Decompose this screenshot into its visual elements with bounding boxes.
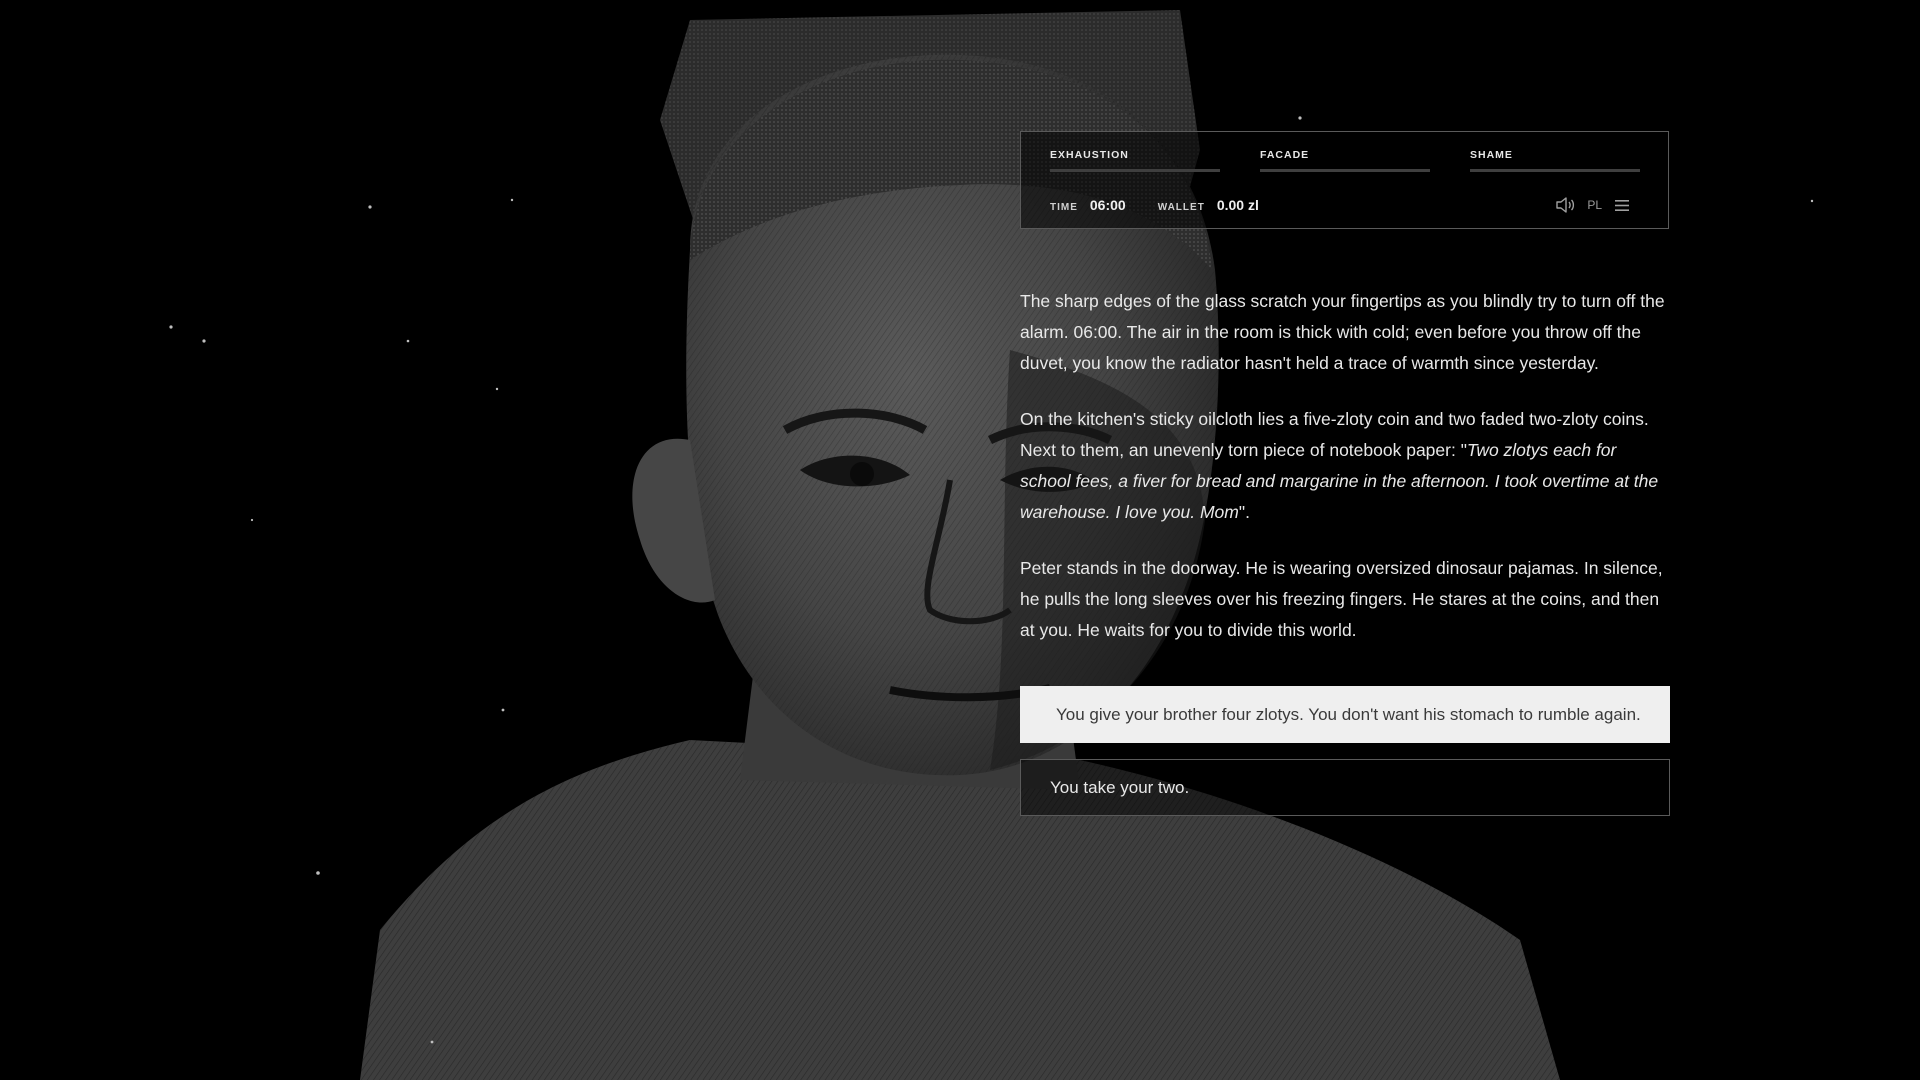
stat-label: SHAME <box>1470 149 1513 161</box>
story-paragraph: On the kitchen's sticky oilcloth lies a … <box>1020 404 1670 528</box>
stat-label: EXHAUSTION <box>1050 149 1129 161</box>
stat-label: FACADE <box>1260 149 1310 161</box>
story-text: The sharp edges of the glass scratch you… <box>1020 286 1670 671</box>
language-toggle[interactable]: PL <box>1587 198 1602 212</box>
stat-shame: SHAME <box>1470 149 1640 172</box>
story-paragraph: The sharp edges of the glass scratch you… <box>1020 291 1665 373</box>
wallet-label: WALLET <box>1157 202 1205 213</box>
speaker-icon[interactable] <box>1555 197 1575 213</box>
stat-facade: FACADE <box>1260 149 1430 172</box>
time-value: 06:00 <box>1089 197 1126 213</box>
stat-meter <box>1470 169 1640 172</box>
story-paragraph: Peter stands in the doorway. He is weari… <box>1020 558 1663 640</box>
hud-tools: PL <box>1555 197 1630 213</box>
status-panel: EXHAUSTION FACADE SHAME TIME 06:00 WALLE… <box>1020 131 1669 229</box>
stat-meter <box>1050 169 1220 172</box>
choice-button-take-two[interactable]: You take your two. <box>1020 759 1670 816</box>
stat-exhaustion: EXHAUSTION <box>1050 149 1220 172</box>
stat-meter <box>1260 169 1430 172</box>
game-scene: EXHAUSTION FACADE SHAME TIME 06:00 WALLE… <box>0 0 1920 1080</box>
choice-label: You give your brother four zlotys. You d… <box>1056 704 1641 724</box>
time-label: TIME <box>1050 202 1078 213</box>
choice-label: You take your two. <box>1050 777 1190 797</box>
choice-button-give-four[interactable]: You give your brother four zlotys. You d… <box>1020 686 1670 743</box>
story-text-span: ". <box>1238 502 1250 522</box>
hamburger-menu-icon[interactable] <box>1614 199 1630 212</box>
wallet-value: 0.00 zl <box>1216 197 1259 213</box>
time-wallet-row: TIME 06:00 WALLET 0.00 zl <box>1050 197 1291 213</box>
